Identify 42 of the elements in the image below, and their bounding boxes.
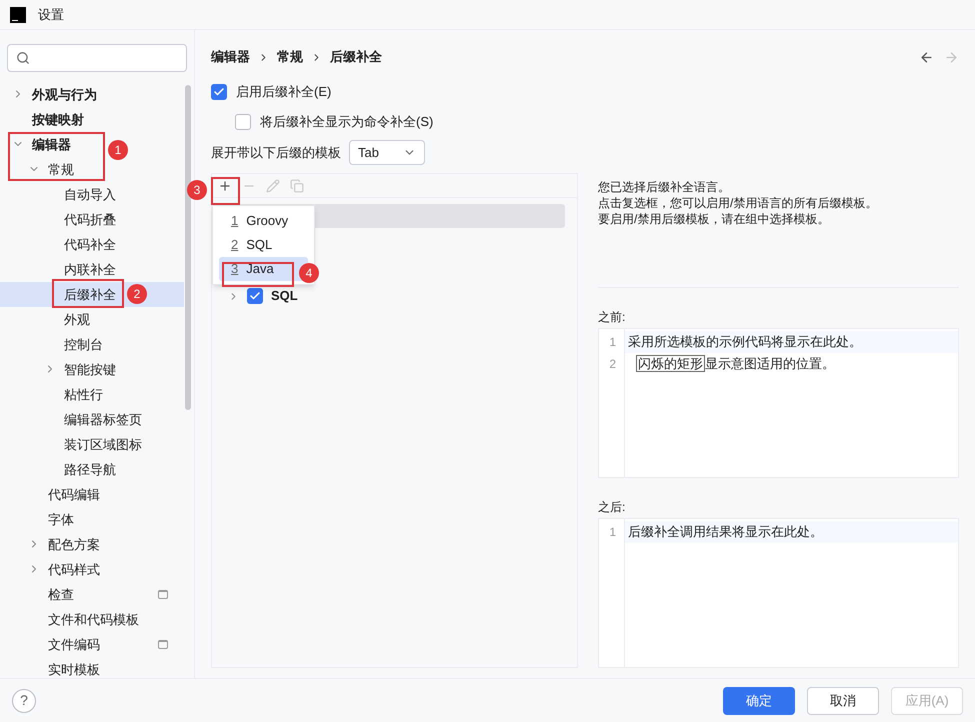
line-number: 2 [608, 356, 617, 373]
code-line: 闪烁的矩形显示意图适用的位置。 [635, 354, 835, 374]
item-label: 代码样式 [48, 560, 100, 579]
item-label: 粘性行 [64, 386, 103, 404]
item-label: 常规 [48, 160, 74, 179]
item-label: 按键映射 [32, 110, 84, 129]
item-label: 文件和代码模板 [48, 610, 139, 629]
item-label: 代码折叠 [64, 210, 116, 229]
item-label: 智能按键 [64, 360, 116, 379]
item-label: 编辑器 [32, 136, 71, 154]
item-label: 检查 [48, 586, 74, 604]
item-label: 路径导航 [64, 460, 116, 479]
item-label: 后缀补全 [64, 286, 116, 304]
window-title: 设置 [38, 6, 64, 24]
item-label: 外观与行为 [32, 86, 97, 104]
item-label: 控制台 [64, 336, 103, 354]
step-marker: 3 [187, 180, 207, 200]
step-marker: 1 [108, 140, 128, 160]
checkbox-label: 启用后缀补全(E) [236, 83, 332, 102]
item-label: 实时模板 [48, 660, 100, 678]
item-label: 内联补全 [64, 260, 116, 279]
item-label: 文件编码 [48, 636, 100, 654]
template-label: SQL [271, 287, 298, 306]
dropdown-label: 展开带以下后缀的模板 [211, 144, 341, 162]
checkbox-label: 将后缀补全显示为命令补全(S) [260, 113, 434, 132]
line-number: 1 [608, 334, 617, 351]
item-label: 自动导入 [64, 186, 116, 204]
after-label: 之后: [598, 499, 626, 516]
item-label: 代码编辑 [48, 486, 100, 504]
item-label: 代码补全 [64, 236, 116, 254]
item-label: 外观 [64, 310, 90, 329]
item-label: 编辑器标签页 [64, 410, 142, 429]
description-text: 点击复选框，您可以启用/禁用语言的所有后缀模板。 [598, 195, 878, 211]
description-text: 要启用/禁用后缀模板，请在组中选择模板。 [598, 211, 830, 227]
before-label: 之前: [598, 309, 626, 326]
description-text: 您已选择后缀补全语言。 [598, 179, 731, 195]
item-label: 字体 [48, 510, 74, 529]
code-line: 后缀补全调用结果将显示在此处。 [628, 523, 823, 542]
code-line: 采用所选模板的示例代码将显示在此处。 [628, 333, 862, 352]
item-label: 装订区域图标 [64, 436, 142, 454]
line-number: 1 [608, 524, 617, 541]
item-label: 配色方案 [48, 536, 100, 554]
